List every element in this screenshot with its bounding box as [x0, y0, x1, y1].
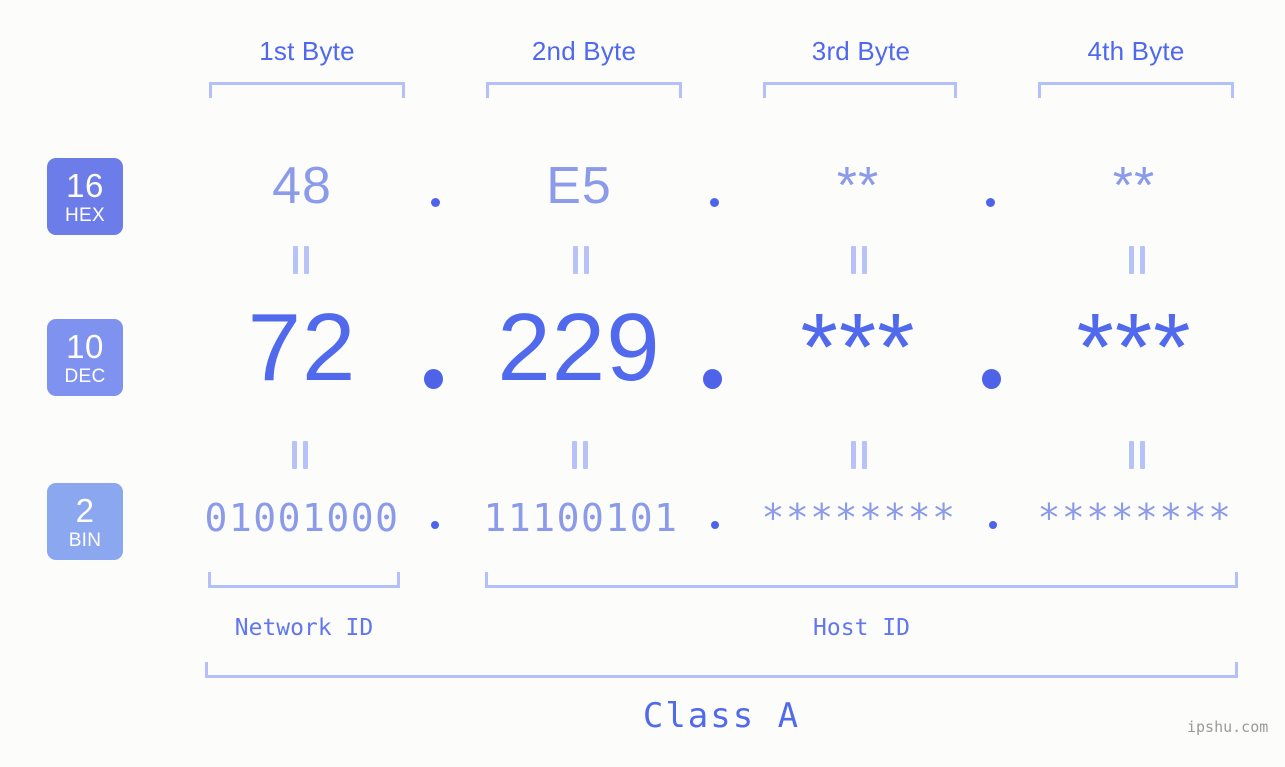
- site-watermark: ipshu.com: [1187, 718, 1269, 736]
- equals-icon-dec-bin-1: [292, 441, 309, 469]
- radix-badge-bin-system: BIN: [68, 529, 102, 551]
- bin-byte-4: ********: [1037, 496, 1233, 540]
- bin-byte-2: 11100101: [483, 496, 679, 540]
- radix-badge-dec[interactable]: 10 DEC: [47, 319, 123, 396]
- byte-header-label-2: 2nd Byte: [531, 36, 637, 66]
- bin-byte-1: 01001000: [204, 496, 400, 540]
- hex-byte-2: E5: [546, 157, 612, 215]
- radix-badge-dec-number: 10: [66, 327, 104, 365]
- hex-separator-dot-2: [710, 198, 719, 207]
- equals-icon-hex-dec-1: [293, 246, 310, 274]
- equals-icon-dec-bin-2: [572, 441, 589, 469]
- dec-separator-dot-3: [982, 369, 1001, 389]
- hex-byte-3: **: [836, 157, 880, 215]
- hex-byte-1: 48: [272, 157, 332, 215]
- class-bracket: [205, 662, 1238, 678]
- byte-bracket-3: [763, 82, 957, 98]
- dec-separator-dot-2: [703, 369, 722, 389]
- host-id-caption: Host ID: [813, 615, 910, 641]
- radix-badge-dec-system: DEC: [64, 365, 106, 387]
- radix-badge-hex[interactable]: 16 HEX: [47, 158, 123, 235]
- bin-byte-3: ********: [761, 496, 957, 540]
- byte-header-label-4: 4th Byte: [1087, 36, 1185, 66]
- hex-separator-dot-1: [431, 198, 440, 207]
- equals-icon-hex-dec-4: [1129, 246, 1146, 274]
- byte-bracket-4: [1038, 82, 1234, 98]
- bin-separator-dot-1: [431, 521, 439, 529]
- equals-icon-dec-bin-3: [851, 441, 868, 469]
- bin-separator-dot-2: [711, 521, 719, 529]
- class-caption: Class A: [642, 696, 801, 736]
- byte-header-label-3: 3rd Byte: [811, 36, 911, 66]
- dec-byte-1: 72: [247, 294, 357, 401]
- equals-icon-dec-bin-4: [1129, 441, 1146, 469]
- byte-bracket-1: [209, 82, 405, 98]
- equals-icon-hex-dec-3: [851, 246, 868, 274]
- radix-badge-hex-number: 16: [66, 166, 104, 204]
- dec-separator-dot-1: [424, 369, 443, 389]
- network-id-bracket: [208, 572, 400, 588]
- bin-separator-dot-3: [989, 521, 997, 529]
- hex-separator-dot-3: [986, 198, 995, 207]
- dec-byte-2: 229: [497, 294, 661, 401]
- host-id-bracket: [485, 572, 1238, 588]
- byte-header-label-1: 1st Byte: [259, 36, 355, 66]
- network-id-caption: Network ID: [234, 615, 374, 641]
- radix-badge-bin-number: 2: [75, 491, 95, 529]
- radix-badge-bin[interactable]: 2 BIN: [47, 483, 123, 560]
- hex-byte-4: **: [1112, 157, 1156, 215]
- ip-address-breakdown-diagram: 1st Byte 2nd Byte 3rd Byte 4th Byte 16 H…: [0, 0, 1285, 767]
- dec-byte-3: ***: [800, 294, 916, 401]
- dec-byte-4: ***: [1076, 294, 1192, 401]
- radix-badge-hex-system: HEX: [65, 204, 105, 226]
- byte-bracket-2: [486, 82, 682, 98]
- equals-icon-hex-dec-2: [573, 246, 590, 274]
